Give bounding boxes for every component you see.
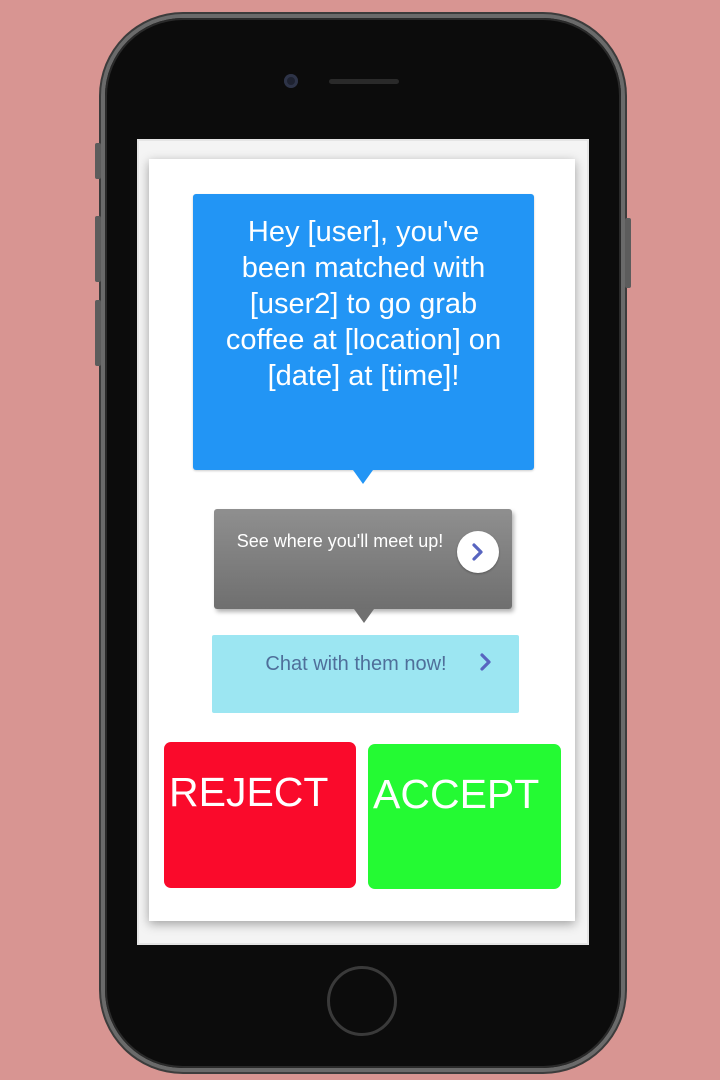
reject-button[interactable]: REJECT xyxy=(164,742,356,888)
phone-screen: Hey [user], you've been matched with [us… xyxy=(137,139,589,945)
accept-button[interactable]: ACCEPT xyxy=(368,744,561,889)
reject-label: REJECT xyxy=(169,769,329,815)
match-message-bubble: Hey [user], you've been matched with [us… xyxy=(193,194,534,484)
volume-up-button xyxy=(95,216,101,282)
see-meetup-location-button[interactable]: See where you'll meet up! xyxy=(214,509,512,623)
chat-now-label: Chat with them now! xyxy=(265,653,447,675)
chevron-right-icon xyxy=(480,653,491,671)
earpiece-speaker xyxy=(329,79,399,84)
mute-switch xyxy=(95,143,101,179)
front-camera xyxy=(284,74,298,88)
match-message-text: Hey [user], you've been matched with [us… xyxy=(225,216,502,392)
accept-label: ACCEPT xyxy=(373,771,540,817)
see-meetup-location-label: See where you'll meet up! xyxy=(236,531,444,551)
phone-frame: Hey [user], you've been matched with [us… xyxy=(95,18,631,1068)
chevron-right-icon xyxy=(472,543,483,561)
chat-now-button[interactable]: Chat with them now! xyxy=(212,635,519,713)
power-button xyxy=(625,218,631,288)
map-chevron-button[interactable] xyxy=(457,531,499,573)
home-button[interactable] xyxy=(327,966,397,1036)
volume-down-button xyxy=(95,300,101,366)
match-card: Hey [user], you've been matched with [us… xyxy=(149,159,575,921)
